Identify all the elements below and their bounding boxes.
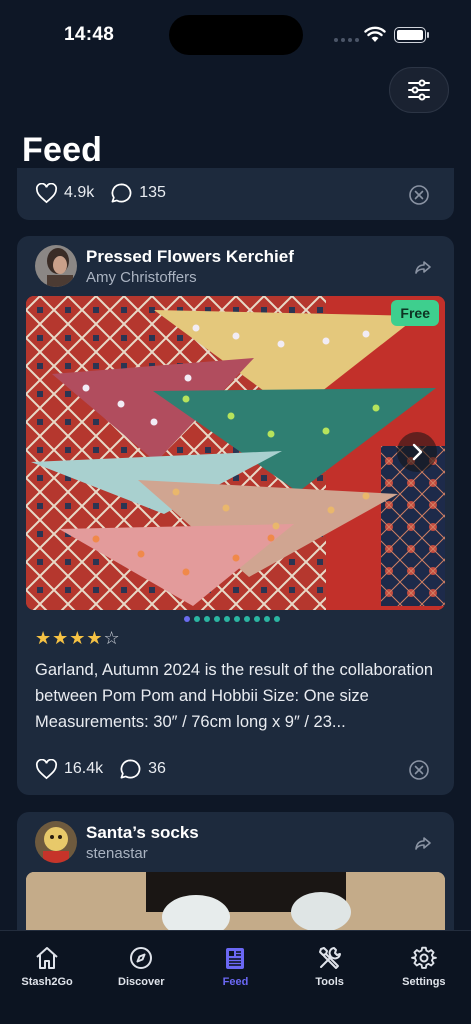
carousel-dot: [194, 616, 200, 622]
post-title[interactable]: Santa’s socks: [86, 823, 199, 843]
carousel-dot: [224, 616, 230, 622]
carousel-dot: [214, 616, 220, 622]
post-image-carousel[interactable]: Free: [26, 296, 445, 610]
share-icon[interactable]: [414, 258, 432, 276]
tools-icon: [318, 947, 341, 969]
tab-discover[interactable]: Discover: [94, 931, 188, 1024]
avatar[interactable]: [35, 245, 77, 287]
tab-label: Feed: [222, 976, 249, 988]
heart-icon: [35, 758, 58, 779]
filter-button[interactable]: [389, 67, 449, 113]
carousel-dot: [204, 616, 210, 622]
compass-icon: [130, 947, 153, 969]
post-author[interactable]: stenastar: [86, 845, 148, 862]
carousel-dot: [254, 616, 260, 622]
post-author[interactable]: Amy Christoffers: [86, 269, 197, 286]
comment-button[interactable]: 36: [119, 758, 166, 780]
carousel-dot: [244, 616, 250, 622]
carousel-dot: [184, 616, 190, 622]
carousel-dot: [274, 616, 280, 622]
comment-count: 36: [148, 760, 166, 777]
post-title[interactable]: Pressed Flowers Kerchief: [86, 247, 294, 267]
wifi-icon: [364, 26, 386, 42]
comment-icon: [120, 759, 141, 779]
tab-label: Settings: [402, 976, 446, 988]
home-icon: [36, 947, 58, 969]
page-title: Feed: [22, 131, 103, 169]
feed-card-previous[interactable]: 4.9k 135: [17, 168, 454, 220]
heart-icon: [35, 182, 58, 203]
status-bar: 14:48: [0, 0, 471, 60]
tab-tools[interactable]: Tools: [283, 931, 377, 1024]
feed-card[interactable]: Pressed Flowers Kerchief Amy Christoffer…: [17, 236, 454, 795]
free-badge: Free: [391, 300, 439, 326]
carousel-page-indicator: [184, 616, 280, 622]
tab-label: Tools: [315, 976, 344, 988]
like-button[interactable]: 4.9k: [35, 182, 95, 204]
tab-label: Discover: [118, 976, 165, 988]
star-outline-icon: ☆: [103, 628, 121, 648]
post-description[interactable]: Garland, Autumn 2024 is the result of th…: [35, 657, 440, 735]
post-image: [26, 296, 445, 610]
carousel-next-button[interactable]: [397, 432, 437, 472]
tab-bar: Stash2Go Discover Feed Tools Settings: [0, 930, 471, 1024]
tab-label: Stash2Go: [21, 976, 73, 988]
like-button[interactable]: 16.4k: [35, 758, 104, 780]
avatar[interactable]: [35, 821, 77, 863]
tab-settings[interactable]: Settings: [377, 931, 471, 1024]
dynamic-island: [169, 15, 303, 55]
chevron-right-icon: [412, 443, 423, 461]
status-time: 14:48: [64, 24, 115, 45]
like-count: 4.9k: [64, 184, 95, 201]
cellular-signal-icon: [334, 38, 359, 42]
carousel-dot: [264, 616, 270, 622]
sliders-icon: [408, 79, 430, 101]
gear-icon: [410, 946, 437, 969]
newspaper-icon: [226, 948, 245, 969]
dismiss-icon[interactable]: [408, 184, 430, 206]
star-rating: ★★★★☆: [35, 628, 121, 649]
tab-feed[interactable]: Feed: [188, 931, 282, 1024]
carousel-dot: [234, 616, 240, 622]
share-icon[interactable]: [414, 834, 432, 852]
comment-button[interactable]: 135: [110, 182, 166, 204]
battery-icon: [394, 27, 429, 43]
tab-stash2go[interactable]: Stash2Go: [0, 931, 94, 1024]
star-icon: ★★★★: [35, 628, 104, 648]
comment-count: 135: [139, 184, 166, 201]
like-count: 16.4k: [64, 760, 104, 777]
dismiss-icon[interactable]: [408, 759, 430, 781]
comment-icon: [111, 183, 132, 203]
